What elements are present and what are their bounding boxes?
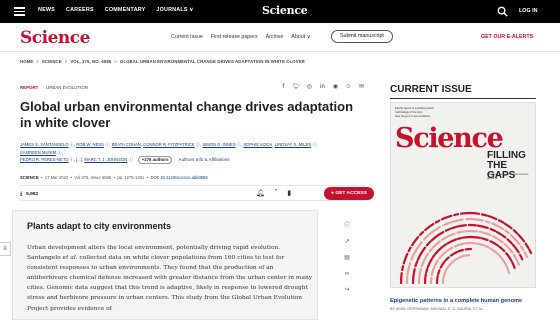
- e-alerts-link[interactable]: GET OUR E-ALERTS: [481, 34, 533, 40]
- download-count: ⤓ 5,982: [20, 191, 38, 197]
- breadcrumb-article: GLOBAL URBAN ENVIRONMENTAL CHANGE DRIVES…: [119, 59, 305, 64]
- author-link[interactable]: CONNOR R. FITZPATRICK: [143, 142, 195, 147]
- journal-nav: Current Issue First release papers Archi…: [171, 34, 310, 40]
- metrics-icon[interactable]: ↗: [344, 238, 349, 246]
- summary-title: Plants adapt to city environments: [27, 221, 172, 231]
- breadcrumb-separator: >: [114, 59, 117, 64]
- orcid-icon[interactable]: ⓘ: [70, 142, 74, 147]
- vertical-toolbar: ⓘ ↗ ▤ ∞ ↪: [342, 222, 352, 294]
- volume-issue: Vol 375, Issue 6586: [74, 175, 112, 180]
- share-bar: f 🐦︎ ◎ in ◉ ☺ ✉: [280, 84, 365, 91]
- journal-name: SCIENCE: [20, 175, 39, 180]
- summary-text-end: collected data on white clover populatio…: [27, 255, 313, 312]
- article-title: Global urban environmental change drives…: [20, 99, 354, 130]
- article-tools: ⤓ 5,982 🔔︎ ” ▮ ● GET ACCESS: [20, 185, 374, 201]
- orcid-icon[interactable]: ⓘ: [128, 157, 132, 162]
- cover-story-byline: BY ARIEL GERSHMAN, MICHAEL E. G. SAURIA,…: [390, 307, 485, 311]
- twitter-icon[interactable]: 🐦︎: [293, 84, 301, 91]
- author-link[interactable]: JAMES S. SANTANGELO: [20, 142, 69, 147]
- hamburger-menu-icon[interactable]: [14, 7, 25, 16]
- breadcrumb-home[interactable]: HOME: [20, 59, 33, 64]
- author-link[interactable]: ROB W. NESS: [76, 142, 104, 147]
- get-access-button[interactable]: ● GET ACCESS: [324, 187, 374, 200]
- author-link[interactable]: BEATA COHAN: [112, 142, 141, 147]
- journal-header: Science Current Issue First release pape…: [0, 23, 560, 52]
- current-issue-heading: CURRENT ISSUE: [390, 84, 472, 95]
- cite-icon[interactable]: ”: [275, 189, 277, 197]
- author-link[interactable]: MARC T. J. JOHNSON: [84, 157, 127, 162]
- search-icon[interactable]: [497, 6, 508, 17]
- link-icon[interactable]: ∞: [345, 270, 349, 278]
- archive-link[interactable]: Archive: [266, 34, 284, 40]
- author-link[interactable]: SIMON G. INNES: [202, 142, 235, 147]
- author-link[interactable]: PEDRO R. PERES-NETO: [20, 157, 69, 162]
- outline-toggle-icon[interactable]: ≡: [0, 242, 11, 256]
- cover-story-link[interactable]: Epigenetic patterns in a complete human …: [390, 298, 522, 304]
- cover-art: [399, 211, 533, 285]
- orcid-icon[interactable]: ⓘ: [105, 142, 109, 147]
- doi-link[interactable]: DOI: 10.1126/science.abk0989: [150, 175, 207, 180]
- breadcrumb: HOME > SCIENCE > VOL. 375, NO. 6586 > GLOBAL U…: [20, 59, 305, 64]
- article-subject[interactable]: URBAN EVOLUTION: [46, 85, 88, 90]
- author-list: JAMES S. SANTANGELO ⓘ, ROB W. NESS ⓘ, BE…: [20, 142, 318, 164]
- tool-icons: 🔔︎ ” ▮: [256, 189, 291, 197]
- authors-info-link[interactable]: Authors Info & Affiliations: [179, 157, 230, 162]
- orcid-icon[interactable]: ⓘ: [196, 142, 200, 147]
- reddit-icon[interactable]: ◉: [332, 84, 339, 91]
- top-nav: NEWS CAREERS COMMENTARY JOURNALS ∨: [38, 7, 194, 13]
- linkedin-icon[interactable]: in: [319, 84, 326, 91]
- breadcrumb-science[interactable]: SCIENCE: [42, 59, 62, 64]
- pdf-icon[interactable]: ▤: [344, 254, 350, 262]
- facebook-icon[interactable]: f: [280, 84, 287, 91]
- issue-cover-image[interactable]: Earthly layers of a shifting planet Cell…: [390, 102, 536, 288]
- current-issue-link[interactable]: Current Issue: [171, 34, 203, 40]
- orcid-icon[interactable]: ⓘ: [237, 142, 241, 147]
- nav-journals[interactable]: JOURNALS ∨: [156, 7, 193, 13]
- share-icon[interactable]: ↪: [344, 286, 349, 294]
- breadcrumb-separator: >: [36, 59, 39, 64]
- download-icon: ⤓: [20, 192, 23, 197]
- publication-date: 17 Mar 2022: [44, 175, 69, 180]
- get-access-label: GET ACCESS: [335, 191, 367, 196]
- nav-news[interactable]: NEWS: [38, 7, 55, 13]
- weibo-icon[interactable]: ◎: [306, 84, 313, 91]
- author-link[interactable]: SOPHIE KOCH: [243, 142, 272, 147]
- more-authors-button[interactable]: +276 authors: [137, 156, 173, 164]
- orcid-icon[interactable]: ⓘ: [57, 150, 61, 155]
- article-meta-row: REPORT URBAN EVOLUTION f 🐦︎ ◎ in ◉ ☺ ✉: [20, 84, 365, 93]
- author-link[interactable]: LINDSAY S. MILES: [275, 142, 311, 147]
- about-link[interactable]: About ∨: [291, 34, 310, 40]
- login-link[interactable]: LOG IN: [519, 8, 538, 14]
- top-bar: NEWS CAREERS COMMENTARY JOURNALS ∨ Scien…: [0, 0, 560, 23]
- submit-manuscript-button[interactable]: Submit manuscript: [331, 30, 393, 43]
- nav-careers[interactable]: CAREERS: [66, 7, 94, 13]
- nav-commentary[interactable]: COMMENTARY: [105, 7, 146, 13]
- first-release-link[interactable]: First release papers: [211, 34, 258, 40]
- lock-icon: ●: [331, 191, 334, 196]
- orcid-icon[interactable]: ⓘ: [312, 142, 316, 147]
- breadcrumb-volume[interactable]: VOL. 375, NO. 6586: [70, 59, 111, 64]
- science-logo[interactable]: Science: [262, 4, 308, 17]
- bookmark-icon[interactable]: ▮: [287, 189, 291, 197]
- page-range: pp. 1275-1281: [117, 175, 145, 180]
- author-link[interactable]: SAMREEN MUNIM: [20, 150, 56, 155]
- alert-bell-icon[interactable]: 🔔︎: [256, 189, 265, 197]
- cover-toc-item: New drugs for new conditions: [395, 115, 431, 118]
- wechat-icon[interactable]: ☺: [345, 84, 352, 91]
- cover-toc: Earthly layers of a shifting planet Cell…: [395, 107, 533, 119]
- orcid-icon[interactable]: ⓘ: [70, 157, 74, 162]
- journal-brand[interactable]: Science: [20, 28, 90, 48]
- editor-summary: Plants adapt to city environments Urban …: [12, 210, 318, 320]
- summary-text: Urban development alters the local envir…: [27, 243, 315, 314]
- summary-text-italic: et al.: [62, 255, 78, 262]
- email-icon[interactable]: ✉: [358, 84, 365, 91]
- info-icon[interactable]: ⓘ: [344, 222, 350, 230]
- heading-rule: [390, 98, 536, 99]
- download-count-value: 5,982: [26, 192, 39, 197]
- publication-info: SCIENCE • 17 Mar 2022 • Vol 375, Issue 6…: [20, 175, 208, 180]
- breadcrumb-separator: >: [64, 59, 68, 64]
- article-type: REPORT: [20, 85, 39, 90]
